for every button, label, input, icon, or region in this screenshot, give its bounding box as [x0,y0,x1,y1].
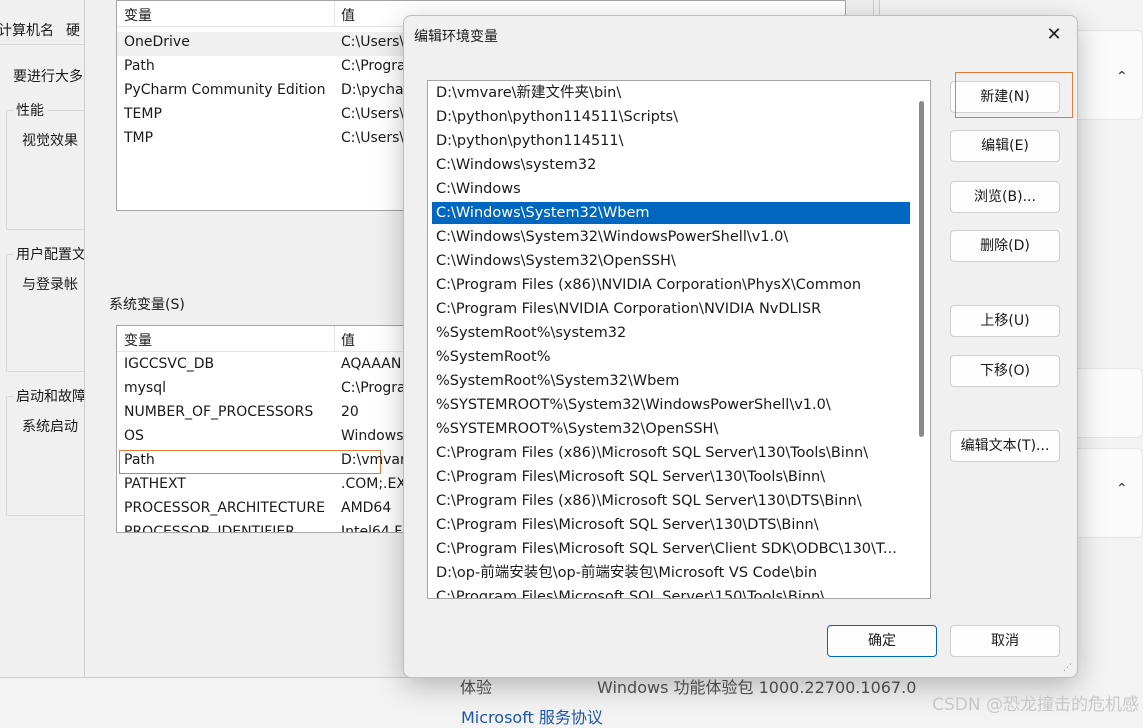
list-item[interactable]: C:\Program Files\Microsoft SQL Server\13… [432,514,910,536]
header-value[interactable]: 值 [341,330,355,350]
var-value: AQAAAN [341,356,402,372]
startup-recovery-title: 启动和故障 [14,386,88,406]
path-entries-list[interactable]: D:\vmvare\新建文件夹\bin\ D:\python\python114… [427,80,931,599]
var-name: mysql [124,380,166,396]
header-variable[interactable]: 变量 [124,330,152,350]
list-item[interactable]: %SYSTEMROOT%\System32\WindowsPowerShell\… [432,394,910,416]
list-item[interactable]: %SystemRoot% [432,346,910,368]
list-item[interactable]: %SYSTEMROOT%\System32\OpenSSH\ [432,418,910,440]
var-name: PROCESSOR_IDENTIFIER [124,524,295,533]
list-item[interactable]: C:\Program Files (x86)\NVIDIA Corporatio… [432,274,910,296]
edit-text-button[interactable]: 编辑文本(T)... [950,430,1060,462]
list-item[interactable]: C:\Program Files (x86)\Microsoft SQL Ser… [432,442,910,464]
system-startup-text: 系统启动 [22,419,78,435]
watermark: CSDN @恐龙撞击的危机感 [932,695,1139,715]
var-name: PROCESSOR_ARCHITECTURE [124,500,325,516]
user-profiles-group [6,254,86,372]
vertical-scrollbar[interactable] [919,101,924,437]
var-value: D:\vmvar [341,452,406,468]
header-value[interactable]: 值 [341,5,355,25]
var-name: NUMBER_OF_PROCESSORS [124,404,314,420]
var-value: 20 [341,404,359,420]
var-name: OneDrive [124,34,190,50]
var-value: D:\pycha [341,82,404,98]
list-item[interactable]: C:\Program Files\Microsoft SQL Server\13… [432,466,910,488]
list-item[interactable]: C:\Program Files\Microsoft SQL Server\Cl… [432,538,910,560]
performance-group [6,110,86,230]
var-name: PATHEXT [124,476,186,492]
visual-effects-text: 视觉效果 [22,133,78,149]
list-item[interactable]: C:\Windows [432,178,910,200]
move-up-button[interactable]: 上移(U) [950,305,1060,337]
list-item[interactable]: C:\Windows\System32\WindowsPowerShell\v1… [432,226,910,248]
dialog-title: 编辑环境变量 [414,29,498,45]
list-item-selected[interactable]: C:\Windows\System32\Wbem [432,202,910,224]
browse-button[interactable]: 浏览(B)... [950,181,1060,213]
resize-grip-icon[interactable]: ⋰ [1063,663,1073,673]
var-name: TEMP [124,106,162,122]
system-variables-title: 系统变量(S) [109,297,185,313]
var-value: C:\Users\ [341,34,405,50]
list-item[interactable]: C:\Program Files\NVIDIA Corporation\NVID… [432,298,910,320]
list-item[interactable]: D:\python\python114511\ [432,130,910,152]
list-item[interactable]: D:\vmvare\新建文件夹\bin\ [432,82,910,104]
var-value: C:\Progra [341,380,406,396]
chevron-up-icon[interactable]: ⌃ [1116,69,1130,85]
var-name: Path [124,58,155,74]
header-variable[interactable]: 变量 [124,5,152,25]
list-item[interactable]: %SystemRoot%\system32 [432,322,910,344]
close-icon[interactable]: ✕ [1043,24,1065,46]
new-button-highlight [955,72,1073,118]
var-value: Windows [341,428,404,444]
var-value: AMD64 [341,500,392,516]
move-down-button[interactable]: 下移(O) [950,355,1060,387]
var-value: C:\Users\ [341,130,405,146]
var-name: Path [124,452,155,468]
list-item[interactable]: %SystemRoot%\System32\Wbem [432,370,910,392]
var-name: TMP [124,130,154,146]
var-value: .COM;.EX [341,476,406,492]
list-item[interactable]: D:\python\python114511\Scripts\ [432,106,910,128]
login-account-text: 与登录帐 [22,277,78,293]
performance-title: 性能 [14,100,46,120]
var-value: C:\Progra [341,58,406,74]
list-item[interactable]: C:\Program Files (x86)\Microsoft SQL Ser… [432,490,910,512]
service-agreement-link[interactable]: Microsoft 服务协议 [461,704,603,728]
var-value: C:\Users\ [341,106,405,122]
startup-recovery-group [6,396,86,516]
list-item[interactable]: C:\Windows\System32\OpenSSH\ [432,250,910,272]
user-profiles-title: 用户配置文 [14,244,88,264]
var-name: PyCharm Community Edition [124,82,326,98]
var-name: OS [124,428,144,444]
tab-hardware[interactable]: 硬 [66,20,80,40]
edit-button[interactable]: 编辑(E) [950,130,1060,162]
list-item[interactable]: D:\op-前端安装包\op-前端安装包\Microsoft VS Code\b… [432,562,910,584]
list-item[interactable]: C:\Program Files\Microsoft SQL Server\15… [432,586,910,598]
admin-note: 要进行大多 [13,69,83,85]
chevron-up-icon[interactable]: ⌃ [1116,481,1130,497]
var-name: IGCCSVC_DB [124,356,215,372]
list-item[interactable]: C:\Windows\system32 [432,154,910,176]
cancel-button[interactable]: 取消 [950,625,1060,657]
delete-button[interactable]: 删除(D) [950,230,1060,262]
tab-computer-name[interactable]: 计算机名 [0,20,54,40]
var-value: Intel64 F [341,524,403,533]
ok-button[interactable]: 确定 [827,625,937,657]
